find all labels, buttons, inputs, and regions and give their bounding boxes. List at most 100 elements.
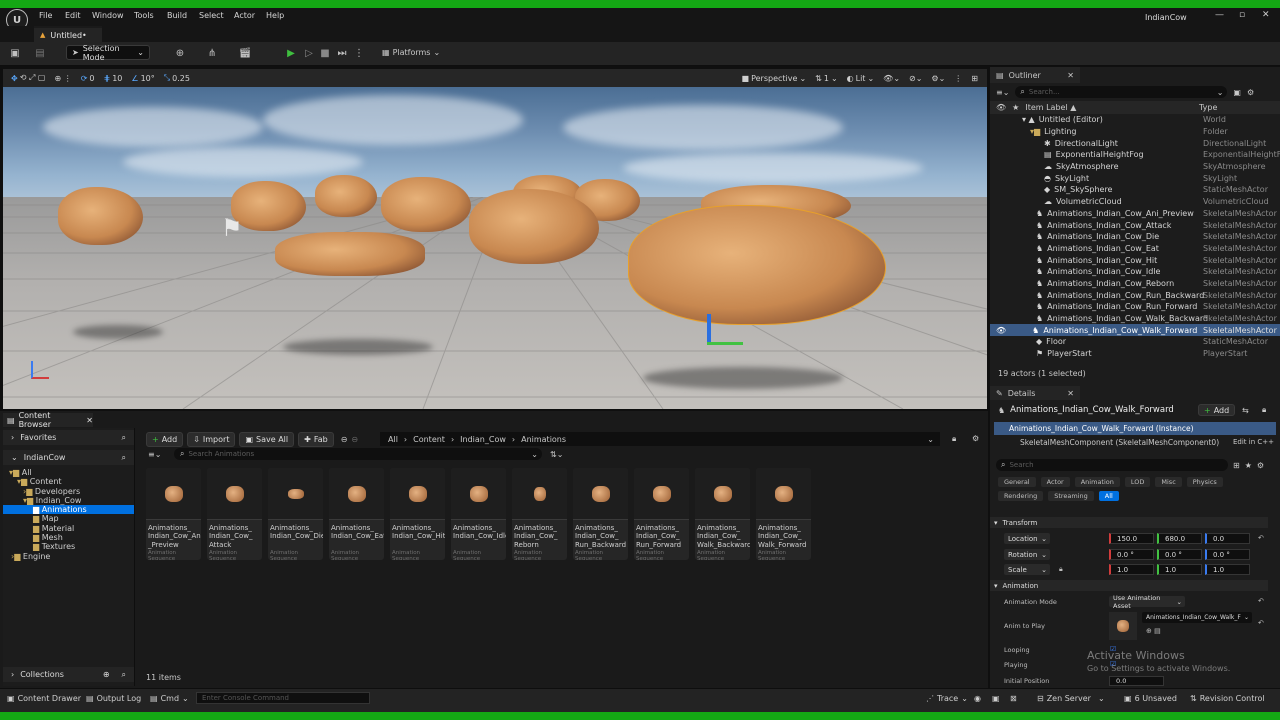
lock-icon[interactable]: 🔒︎	[1262, 405, 1266, 415]
filter-streaming[interactable]: Streaming	[1048, 491, 1094, 501]
lock-icon[interactable]: 🔒︎	[952, 434, 956, 444]
launch-options-icon[interactable]: ⏭︎	[335, 46, 349, 60]
tree-indian-cow[interactable]: ▾▆ Indian_Cow	[7, 496, 134, 505]
favorites-header[interactable]: › Favorites ⌕	[3, 430, 134, 445]
add-actor-icon[interactable]: ⊕	[173, 46, 187, 60]
zen-server-dropdown[interactable]: ⊟ Zen Server ⌄	[1037, 694, 1105, 703]
asset-tile[interactable]: Animations_ Indian_Cow_ Attack Animation …	[207, 468, 262, 560]
fab-button[interactable]: ✚ Fab	[298, 432, 334, 447]
layout-icon[interactable]: ⊞	[971, 74, 978, 83]
tree-material[interactable]: ▆ Material	[7, 524, 134, 533]
filter-physics[interactable]: Physics	[1186, 477, 1223, 487]
filter-misc[interactable]: Misc	[1155, 477, 1182, 487]
breadcrumb-indian-cow[interactable]: Indian_Cow	[460, 435, 506, 444]
outliner-row[interactable]: ▤ ExponentialHeightFog ExponentialHeightF	[990, 149, 1280, 161]
save-icon[interactable]: ▣	[8, 46, 22, 60]
tree-map[interactable]: ▆ Map	[7, 514, 134, 523]
add-component-button[interactable]: + Add	[1198, 404, 1236, 416]
tree-content[interactable]: ▾▆ Content	[7, 477, 134, 486]
settings-icon[interactable]: ⚙	[1257, 461, 1264, 470]
asset-tile[interactable]: Animations_ Indian_Cow_Eat Animation Sequ…	[329, 468, 384, 560]
outliner-row[interactable]: ▾ ▲ Untitled (Editor) World	[990, 114, 1280, 126]
visibility-icon[interactable]: 👁︎	[996, 326, 1006, 335]
scale-lock-icon[interactable]: 🔒︎	[1059, 565, 1063, 574]
show-icon[interactable]: 👁︎⌄	[883, 74, 900, 83]
asset-tile[interactable]: Animations_ Indian_Cow_ Walk_Backward Ani…	[695, 468, 750, 560]
scale-y[interactable]: 1.0	[1157, 564, 1202, 575]
add-folder-icon[interactable]: ▣	[1233, 88, 1241, 97]
unsaved-filter-icon[interactable]: ⊠	[1010, 694, 1017, 703]
tree-all[interactable]: ▾▆ All	[7, 468, 134, 477]
browse-icon[interactable]: ▤	[33, 46, 47, 60]
scale-snap[interactable]: ⤡ 0.25	[164, 73, 190, 83]
transform-tools[interactable]: ✥ ⟲ ⤢ ▢	[11, 73, 45, 83]
scale-x[interactable]: 1.0	[1109, 564, 1154, 575]
asset-tile[interactable]: Animations_ Indian_Cow_Hit Animation Sequ…	[390, 468, 445, 560]
outliner-row[interactable]: ♞ Animations_Indian_Cow_Attack SkeletalMes…	[990, 219, 1280, 231]
cinematics-icon[interactable]: 🎬︎	[238, 46, 252, 60]
import-button[interactable]: ⇩ Import	[187, 432, 236, 447]
grid-snap[interactable]: ⋕ 10	[104, 74, 123, 83]
content-drawer-button[interactable]: ▣ Content Drawer	[7, 694, 81, 703]
edit-cpp-link[interactable]: Edit in C++	[1233, 438, 1274, 446]
instance-row[interactable]: Animations_Indian_Cow_Walk_Forward (Inst…	[994, 422, 1276, 435]
gizmo-y-axis[interactable]	[707, 342, 743, 345]
location-z[interactable]: 0.0	[1205, 533, 1250, 544]
table-view-icon[interactable]: ⊞	[1233, 461, 1240, 470]
favorites-icon[interactable]: ★	[1245, 461, 1252, 470]
reset-icon[interactable]: ↶	[1258, 534, 1264, 542]
revision-control-button[interactable]: ⇅ Revision Control	[1190, 694, 1265, 703]
outliner-row[interactable]: ♞ Animations_Indian_Cow_Run_Backward Skele…	[990, 289, 1280, 301]
gizmo-z-axis[interactable]	[707, 314, 711, 344]
world-local-icon[interactable]: ⊕ ⋮	[54, 74, 71, 83]
tree-animations-selected[interactable]: ▆ Animations	[3, 505, 134, 515]
breadcrumb-content[interactable]: Content	[413, 435, 445, 444]
level-viewport[interactable]: ⚑ ✥ ⟲ ⤢ ▢ ⊕ ⋮ ⟳ 0 ⋕ 10 ∠ 10° ⤡ 0.25 ■ Perspect…	[3, 69, 987, 409]
menu-edit[interactable]: Edit	[65, 11, 81, 20]
outliner-row[interactable]: ☁ SkyAtmosphere SkyAtmosphere	[990, 161, 1280, 173]
unsaved-button[interactable]: ▣ 6 Unsaved	[1124, 694, 1177, 703]
transform-section[interactable]: ▾ Transform	[990, 517, 1268, 528]
save-all-button[interactable]: ▣ Save All	[239, 432, 295, 447]
collections-header[interactable]: › Collections ⊕ ⌕	[3, 667, 134, 682]
rotation-y[interactable]: 0.0 °	[1157, 549, 1202, 560]
settings-icon[interactable]: ⚙⌄	[931, 74, 945, 83]
settings-icon[interactable]: ⚙	[1247, 88, 1254, 97]
asset-tile[interactable]: Animations_ Indian_Cow_ Reborn Animation …	[512, 468, 567, 560]
filter-rendering[interactable]: Rendering	[998, 491, 1044, 501]
type-column[interactable]: Type	[1199, 103, 1217, 112]
output-log-button[interactable]: ▤ Output Log	[86, 694, 141, 703]
outliner-row[interactable]: ◓ SkyLight SkyLight	[990, 172, 1280, 184]
performance-icon[interactable]: ⊘⌄	[909, 74, 922, 83]
breadcrumb-all[interactable]: All	[388, 435, 398, 444]
outliner-tab[interactable]: ▤ Outliner ✕	[990, 67, 1080, 83]
menu-help[interactable]: Help	[266, 11, 284, 20]
rot-snap[interactable]: ∠ 10°	[131, 74, 154, 83]
outliner-search-input[interactable]: ⌕ Search... ⌄	[1015, 86, 1228, 98]
reset-icon[interactable]: ↶	[1258, 597, 1264, 605]
breadcrumb-animations[interactable]: Animations	[521, 435, 566, 444]
outliner-row-selected[interactable]: 👁︎ ♞ Animations_Indian_Cow_Walk_Forward Ske…	[990, 324, 1280, 337]
selection-mode-dropdown[interactable]: ➤ Selection Mode ⌄	[66, 44, 150, 62]
anim-thumbnail[interactable]	[1109, 612, 1137, 640]
search-animations-input[interactable]: ⌕ Search Animations ⌄	[174, 448, 542, 460]
close-tab-icon[interactable]: ✕	[1067, 71, 1074, 80]
close-icon[interactable]: ✕	[1262, 10, 1270, 20]
outliner-row[interactable]: ♞ Animations_Indian_Cow_Ani_Preview Skelet…	[990, 208, 1280, 220]
tree-developers[interactable]: ›▆ Developers	[7, 487, 134, 496]
lit-dropdown[interactable]: ◐ Lit ⌄	[847, 74, 875, 83]
scale-dropdown[interactable]: Scale ⌄	[1004, 564, 1050, 575]
rotation-z[interactable]: 0.0 °	[1205, 549, 1250, 560]
use-selected-icon[interactable]: ⊕ ▤	[1146, 627, 1161, 635]
more-options-icon[interactable]: ⋮	[352, 46, 366, 60]
outliner-row[interactable]: ♞ Animations_Indian_Cow_Idle SkeletalMeshA…	[990, 266, 1280, 278]
outliner-row[interactable]: ▾▆ Lighting Folder	[990, 126, 1280, 138]
filter-icon[interactable]: ≡⌄	[148, 450, 161, 459]
minimize-icon[interactable]: —	[1215, 10, 1224, 20]
animation-mode-dropdown[interactable]: Use Animation Asset ⌄	[1109, 594, 1185, 610]
location-x[interactable]: 150.0	[1109, 533, 1154, 544]
initial-position-field[interactable]: 0.0	[1109, 676, 1164, 686]
outliner-row[interactable]: ♞ Animations_Indian_Cow_Die SkeletalMeshAc…	[990, 231, 1280, 243]
trace-dropdown[interactable]: ⋰ Trace ⌄	[926, 694, 968, 703]
details-search-input[interactable]: ⌕ Search	[996, 459, 1228, 471]
